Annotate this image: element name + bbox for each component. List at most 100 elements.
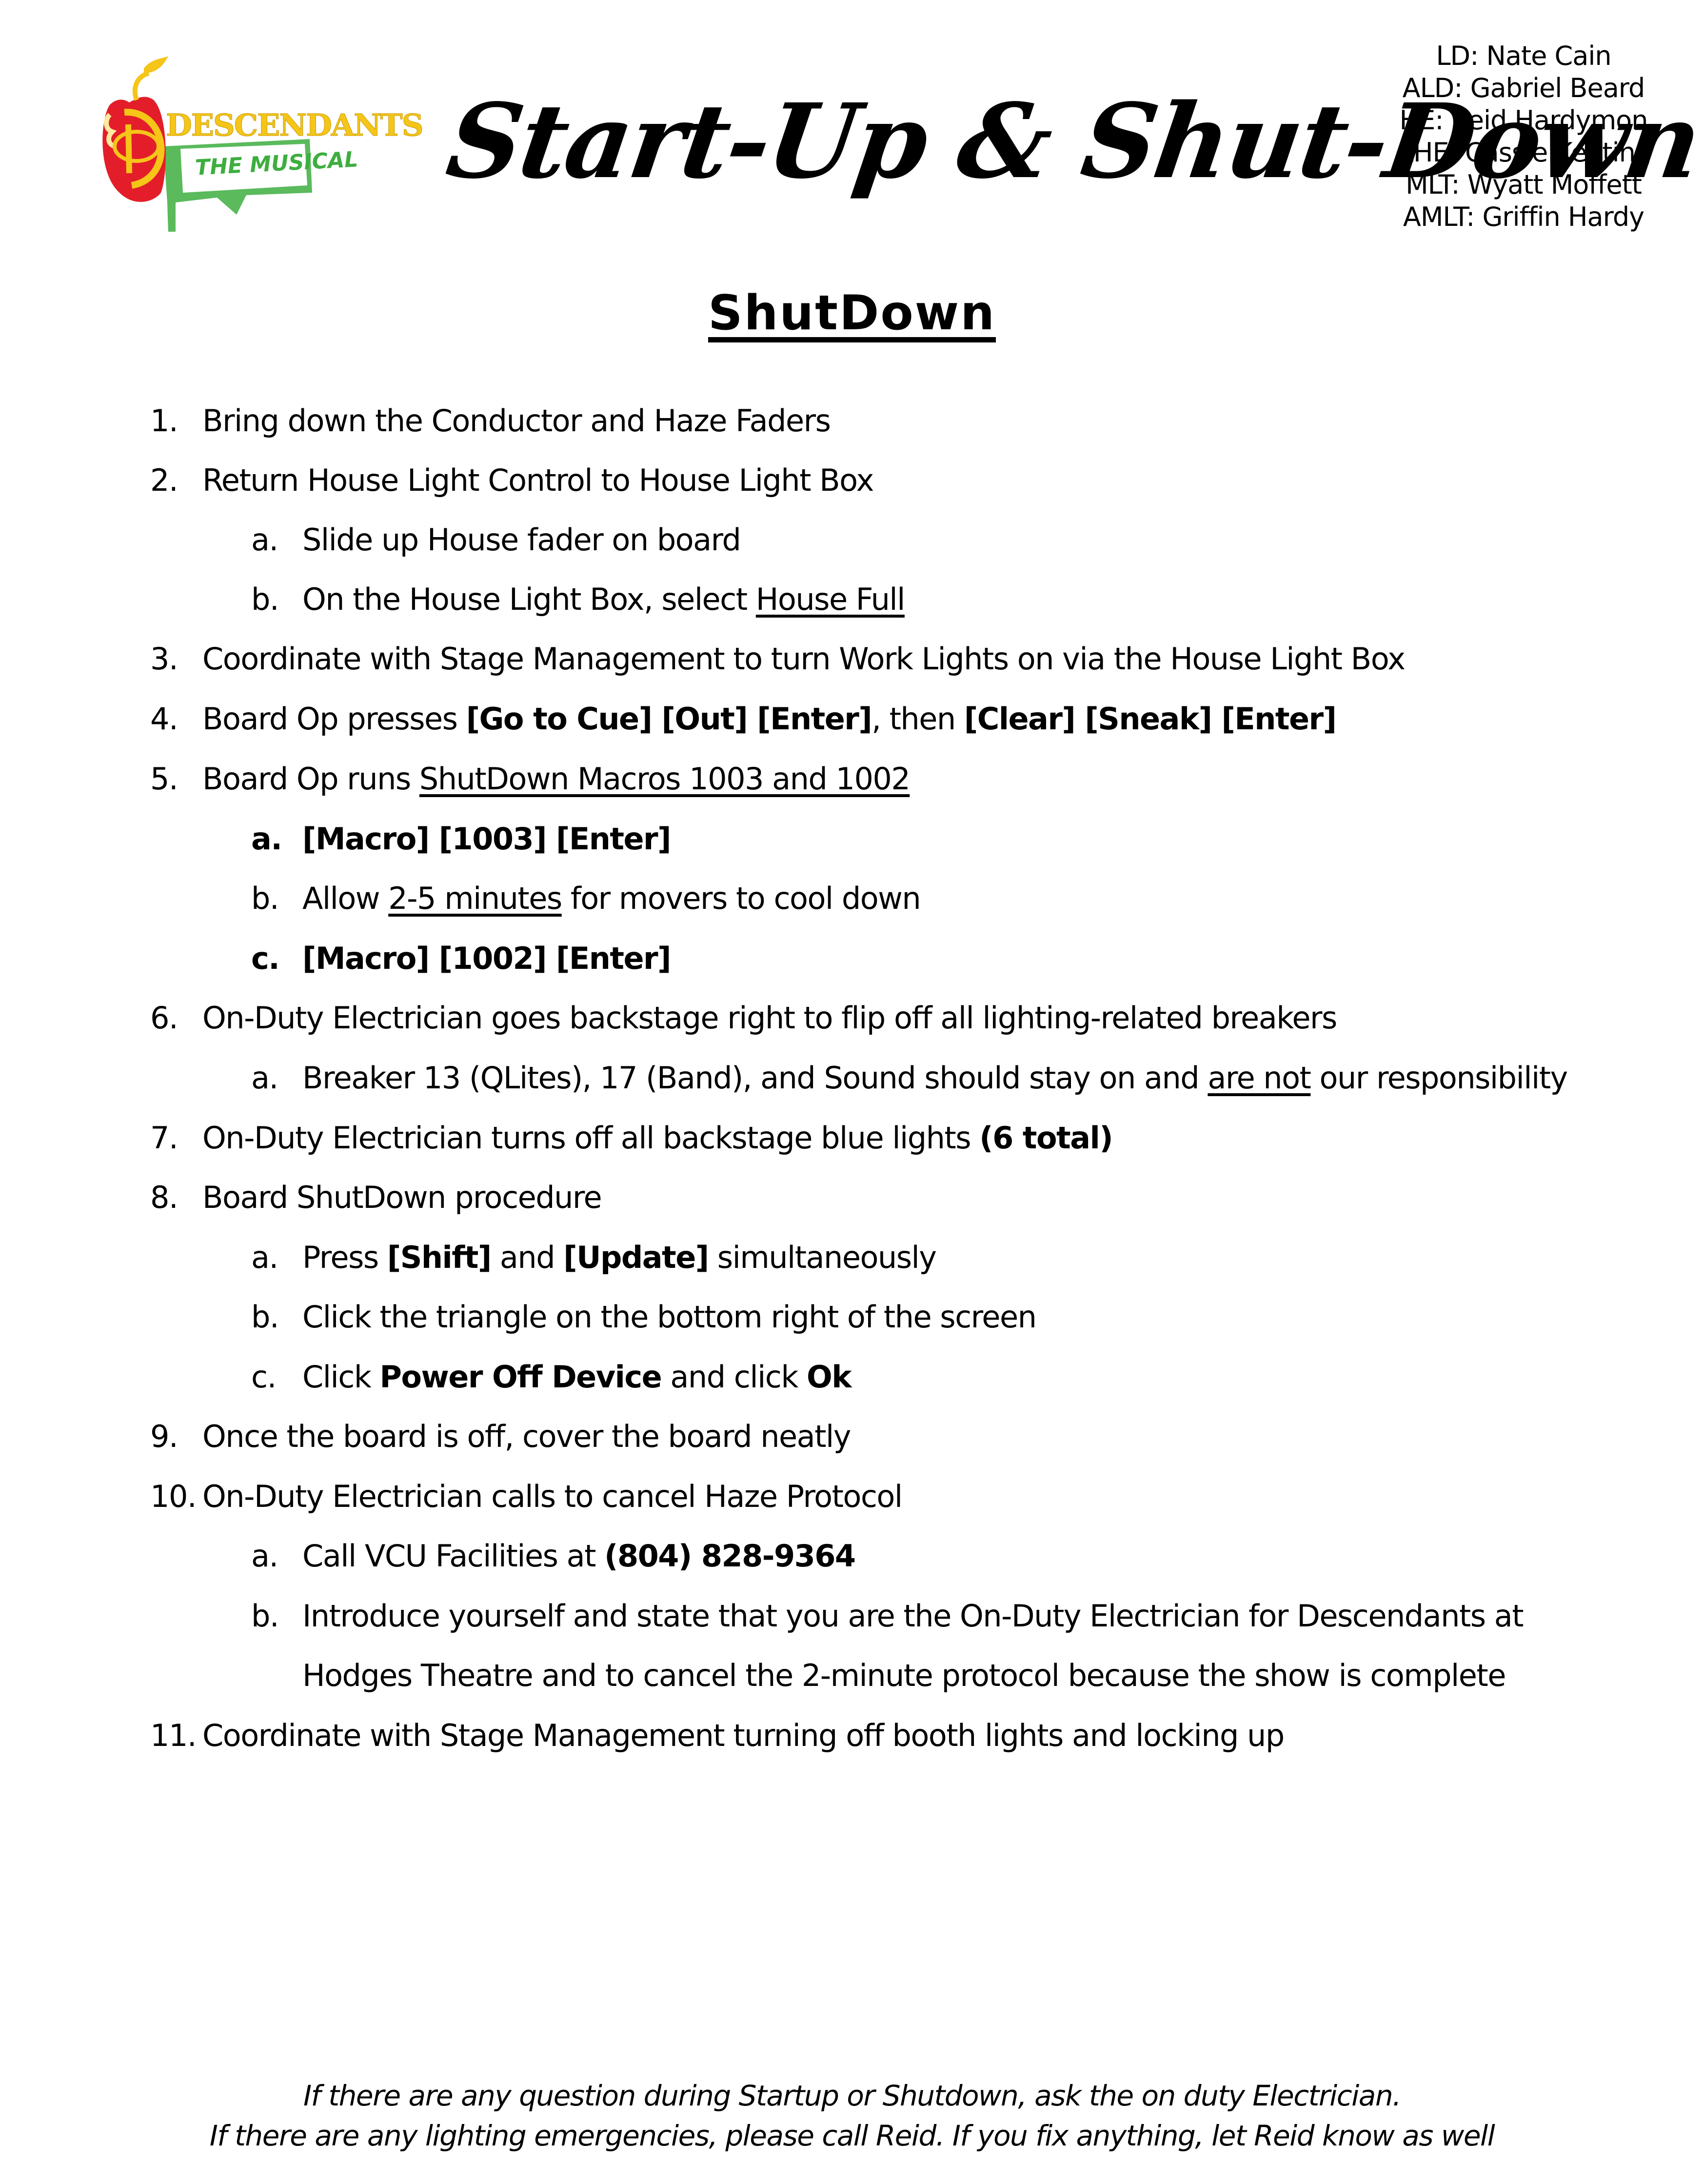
step-number: a. — [251, 821, 282, 857]
step-text: [Macro] [1002] [Enter] — [302, 939, 671, 978]
step-number: b. — [251, 1299, 279, 1335]
step-number: 3. — [150, 641, 178, 677]
step-number: 11. — [150, 1718, 197, 1753]
step-text: On-Duty Electrician turns off all backst… — [202, 1119, 1113, 1158]
text-run: Click — [302, 1359, 380, 1395]
step-text: Hodges Theatre and to cancel the 2-minut… — [302, 1656, 1506, 1695]
text-run: our responsibility — [1310, 1060, 1568, 1096]
crew-ahe: AHE: Cassie Keating — [1395, 137, 1652, 168]
text-run: Board Op presses — [202, 701, 466, 737]
show-logo: DESCENDANTS THE MUSICAL — [90, 46, 424, 234]
step-text: Breaker 13 (QLites), 17 (Band), and Soun… — [302, 1059, 1568, 1098]
footer-note: If there are any question during Startup… — [0, 2076, 1704, 2156]
step-text: Click Power Off Device and click Ok — [302, 1358, 852, 1397]
step-number: a. — [251, 522, 278, 558]
bold-key-text: [Macro] [1003] [Enter] — [302, 821, 671, 857]
step-text: Slide up House fader on board — [302, 521, 741, 560]
section-heading-text: ShutDown — [708, 285, 996, 341]
bold-key-text: [Go to Cue] [Out] [Enter] — [466, 701, 872, 737]
underlined-text: House Full — [755, 581, 906, 617]
step-text: Coordinate with Stage Management to turn… — [202, 640, 1406, 679]
step-text: On-Duty Electrician goes backstage right… — [202, 999, 1337, 1038]
step-number: b. — [251, 1598, 279, 1634]
step-number: a. — [251, 1240, 278, 1275]
step-text: Introduce yourself and state that you ar… — [302, 1597, 1524, 1636]
step-number: a. — [251, 1538, 278, 1574]
footer-line-1: If there are any question during Startup… — [303, 2079, 1402, 2112]
crew-he: HE: Reid Hardymon — [1399, 105, 1648, 136]
step-text: Return House Light Control to House Ligh… — [202, 461, 874, 500]
text-run: Call VCU Facilities at — [302, 1538, 605, 1574]
text-run: On the House Light Box, select — [302, 581, 756, 617]
step-text: Allow 2-5 minutes for movers to cool dow… — [302, 879, 921, 918]
step-number: b. — [251, 881, 279, 916]
text-run: for movers to cool down — [561, 881, 921, 916]
step-number: 2. — [150, 462, 178, 498]
step-text: Click the triangle on the bottom right o… — [302, 1298, 1037, 1337]
text-run: Slide up House fader on board — [302, 522, 741, 558]
bold-key-text: [Shift] — [387, 1240, 492, 1275]
bold-key-text: (804) 828-9364 — [604, 1538, 856, 1574]
text-run: Introduce yourself and state that you ar… — [302, 1598, 1524, 1634]
step-number: c. — [251, 941, 280, 976]
step-text: Board Op runs ShutDown Macros 1003 and 1… — [202, 760, 911, 799]
step-text: Board ShutDown procedure — [202, 1178, 602, 1217]
step-text: On the House Light Box, select House Ful… — [302, 580, 905, 619]
text-run: , then — [872, 701, 964, 737]
text-run: Bring down the Conductor and Haze Faders — [202, 403, 831, 439]
bold-key-text: Power Off Device — [379, 1359, 662, 1395]
step-number: 1. — [150, 403, 178, 439]
step-number: 7. — [150, 1120, 178, 1156]
step-text: Call VCU Facilities at (804) 828-9364 — [302, 1537, 856, 1576]
step-text: Press [Shift] and [Update] simultaneousl… — [302, 1238, 937, 1277]
step-text: [Macro] [1003] [Enter] — [302, 820, 671, 859]
bold-key-text: Ok — [807, 1359, 852, 1395]
crew-amlt: AMLT: Griffin Hardy — [1403, 201, 1645, 232]
text-run: simultaneously — [708, 1240, 937, 1275]
text-run: Breaker 13 (QLites), 17 (Band), and Soun… — [302, 1060, 1208, 1096]
section-heading: ShutDown — [0, 285, 1704, 341]
text-run: Return House Light Control to House Ligh… — [202, 462, 874, 498]
step-number: 9. — [150, 1419, 178, 1454]
text-run: Press — [302, 1240, 387, 1275]
text-run: Once the board is off, cover the board n… — [202, 1419, 851, 1454]
text-run: and — [491, 1240, 564, 1275]
text-run: and click — [661, 1359, 807, 1395]
text-run: On-Duty Electrician calls to cancel Haze… — [202, 1479, 903, 1514]
text-run: Board ShutDown procedure — [202, 1180, 602, 1215]
step-number: 4. — [150, 701, 178, 737]
bold-key-text: [Update] — [563, 1240, 709, 1275]
page-title: Start-Up & Shut-Down — [440, 81, 1704, 201]
document-page: DESCENDANTS THE MUSICAL Start-Up & Shut-… — [0, 0, 1704, 2184]
text-run: On-Duty Electrician turns off all backst… — [202, 1120, 980, 1156]
step-number: 6. — [150, 1000, 178, 1036]
step-text: Once the board is off, cover the board n… — [202, 1417, 851, 1456]
text-run: Coordinate with Stage Management turning… — [202, 1718, 1285, 1753]
underlined-text: 2-5 minutes — [388, 881, 562, 916]
crew-ald: ALD: Gabriel Beard — [1402, 73, 1645, 103]
crew-ld: LD: Nate Cain — [1436, 40, 1611, 71]
step-number: 8. — [150, 1180, 178, 1215]
step-text: On-Duty Electrician calls to cancel Haze… — [202, 1477, 903, 1516]
step-text: Coordinate with Stage Management turning… — [202, 1716, 1285, 1755]
footer-line-2: If there are any lighting emergencies, p… — [209, 2119, 1495, 2152]
step-text: Board Op presses [Go to Cue] [Out] [Ente… — [202, 700, 1337, 739]
step-number: a. — [251, 1060, 278, 1096]
text-run: Hodges Theatre and to cancel the 2-minut… — [302, 1658, 1506, 1693]
text-run: Board Op runs — [202, 761, 419, 797]
bold-key-text: [Macro] [1002] [Enter] — [302, 941, 671, 976]
crew-mlt: MLT: Wyatt Moffett — [1406, 169, 1642, 200]
step-number: 10. — [150, 1479, 197, 1514]
step-number: 5. — [150, 761, 178, 797]
step-text: Bring down the Conductor and Haze Faders — [202, 401, 831, 441]
step-number: c. — [251, 1359, 277, 1395]
logo-wordmark: DESCENDANTS — [166, 107, 424, 143]
text-run: Click the triangle on the bottom right o… — [302, 1299, 1037, 1335]
bold-key-text: [Clear] [Sneak] [Enter] — [964, 701, 1337, 737]
crew-list: LD: Nate Cain ALD: Gabriel Beard HE: Rei… — [1377, 40, 1670, 233]
text-run: Allow — [302, 881, 389, 916]
step-number: b. — [251, 581, 279, 617]
text-run: On-Duty Electrician goes backstage right… — [202, 1000, 1337, 1036]
underlined-text: ShutDown Macros 1003 and 1002 — [419, 761, 911, 797]
underlined-text: are not — [1208, 1060, 1311, 1096]
